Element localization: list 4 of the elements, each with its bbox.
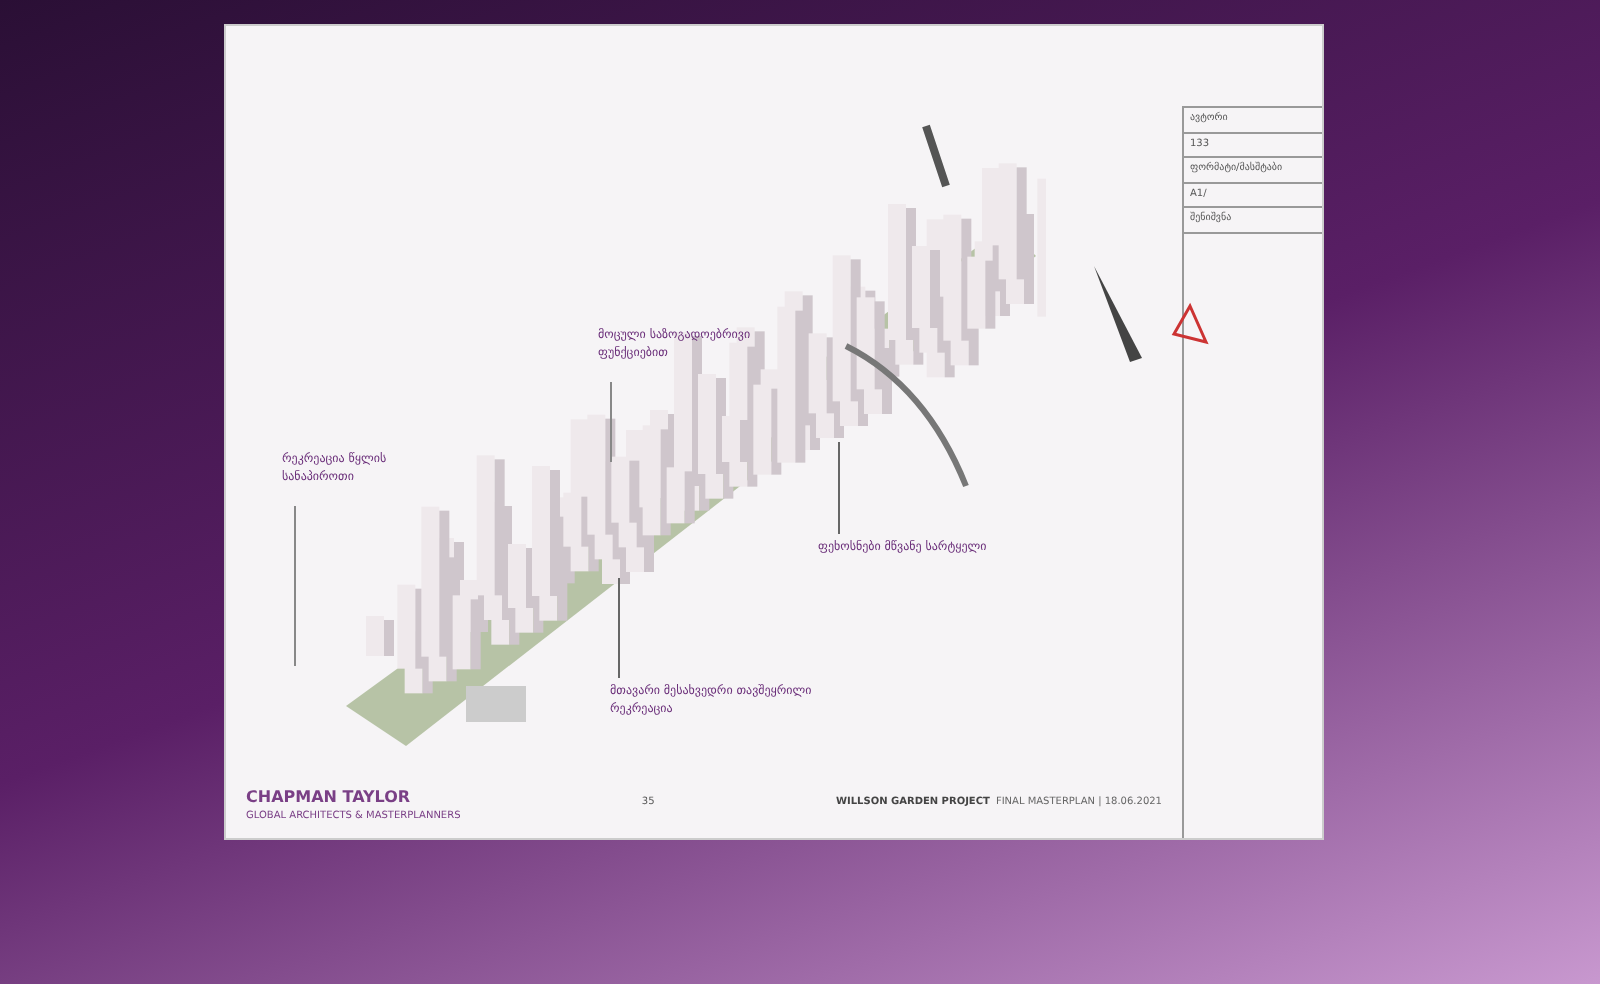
- leader-line: [610, 382, 612, 462]
- leader-line: [618, 578, 620, 678]
- brand-logo-text: CHAPMAN TAYLOR: [246, 786, 413, 810]
- leader-line: [838, 442, 840, 534]
